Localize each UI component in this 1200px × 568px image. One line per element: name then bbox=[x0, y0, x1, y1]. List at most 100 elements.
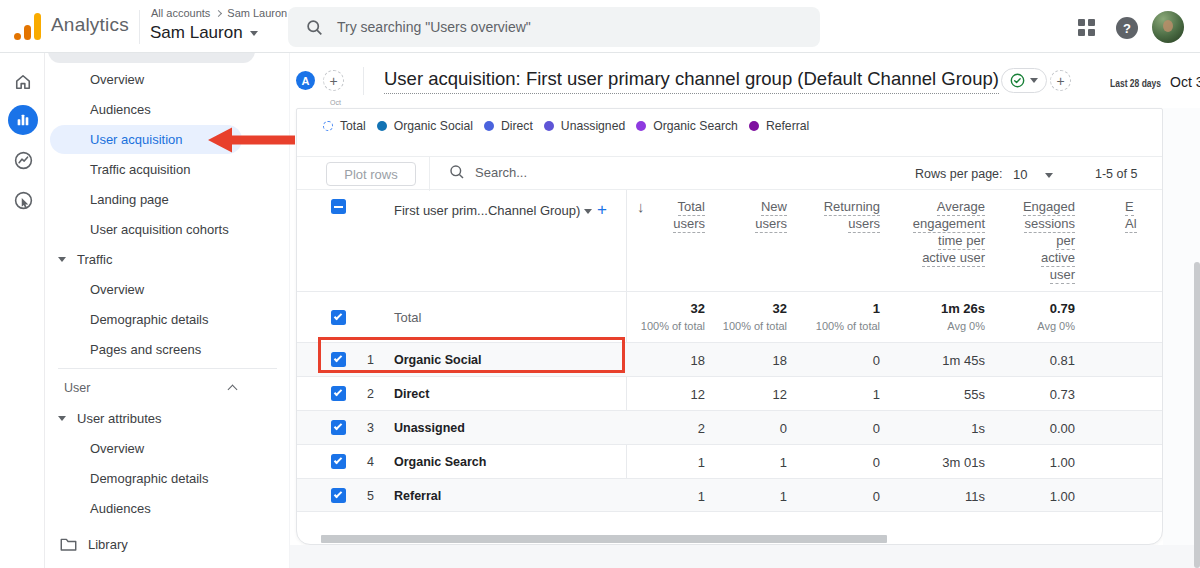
row-checkbox[interactable] bbox=[331, 488, 346, 503]
report-avatar-badge[interactable]: A bbox=[296, 71, 315, 90]
nav-section-user[interactable]: User bbox=[64, 374, 236, 402]
caret-down-icon bbox=[1030, 78, 1038, 83]
avg-engagement-total: 1m 26s bbox=[941, 301, 985, 316]
table-row[interactable]: 4 Organic Search 1 1 0 3m 01s 1.00 bbox=[297, 444, 1162, 478]
nav-item-overview[interactable]: Overview bbox=[90, 65, 144, 93]
channel-name: Direct bbox=[394, 387, 429, 401]
nav-item-pages-and-screens[interactable]: Pages and screens bbox=[90, 335, 201, 363]
brand-title: Analytics bbox=[51, 14, 129, 36]
explore-icon[interactable] bbox=[8, 145, 38, 175]
nav-item-library[interactable]: Library bbox=[60, 530, 128, 558]
add-dimension-icon[interactable]: + bbox=[597, 200, 607, 220]
date-range-value[interactable]: Oct 3 bbox=[1170, 74, 1200, 90]
select-all-checkbox[interactable] bbox=[331, 199, 346, 214]
nav-item-user-acquisition-cohorts[interactable]: User acquisition cohorts bbox=[90, 215, 229, 243]
nav-item-audiences[interactable]: Audiences bbox=[90, 95, 151, 123]
search-icon bbox=[449, 164, 465, 180]
user-avatar[interactable] bbox=[1152, 11, 1184, 43]
nav-item-audiences-user[interactable]: Audiences bbox=[90, 494, 151, 522]
nav-item-demographic-details[interactable]: Demographic details bbox=[90, 305, 209, 333]
search-bar[interactable]: Try searching "Users overview" bbox=[288, 7, 820, 47]
legend-referral[interactable]: Referral bbox=[749, 119, 809, 133]
nav-divider bbox=[58, 368, 277, 369]
report-title[interactable]: User acquisition: First user primary cha… bbox=[384, 68, 999, 90]
pagination-range: 1-5 of 5 bbox=[1095, 167, 1137, 181]
nav-item-demographic-details-user[interactable]: Demographic details bbox=[90, 464, 209, 492]
caret-down-icon bbox=[250, 31, 258, 36]
nav-item-landing-page[interactable]: Landing page bbox=[90, 185, 169, 213]
new-users-total: 32 bbox=[773, 301, 787, 316]
total-row-label: Total bbox=[394, 310, 421, 325]
nav-group-user-attributes[interactable]: User attributes bbox=[58, 404, 162, 432]
row-checkbox[interactable] bbox=[331, 386, 346, 401]
column-header-returning-users[interactable]: Returningusers bbox=[824, 198, 880, 232]
left-icon-rail bbox=[0, 53, 45, 568]
search-icon bbox=[306, 19, 323, 36]
table-row[interactable]: 5 Referral 1 1 0 11s 1.00 bbox=[297, 478, 1162, 512]
horizontal-scrollbar[interactable] bbox=[321, 535, 887, 543]
legend-dot-icon bbox=[544, 121, 554, 131]
nav-item-overview-user[interactable]: Overview bbox=[90, 434, 144, 462]
nav-scrolled-item[interactable] bbox=[48, 53, 255, 63]
sort-descending-icon[interactable]: ↓ bbox=[637, 198, 645, 215]
add-comparison-icon[interactable]: + bbox=[323, 70, 344, 91]
plot-rows-button[interactable]: Plot rows bbox=[326, 162, 416, 186]
nav-group-traffic[interactable]: Traffic bbox=[58, 245, 112, 273]
help-icon[interactable]: ? bbox=[1116, 17, 1138, 39]
legend-direct[interactable]: Direct bbox=[484, 119, 533, 133]
rows-per-page-value[interactable]: 10 bbox=[1013, 167, 1027, 182]
returning-users-total: 1 bbox=[873, 301, 880, 316]
row-checkbox[interactable] bbox=[331, 454, 346, 469]
table-row[interactable]: 3 Unassigned 2 0 0 1s 0.00 bbox=[297, 410, 1162, 444]
top-app-bar: Analytics All accounts Sam Lauron Sam La… bbox=[0, 0, 1200, 53]
advertising-icon[interactable] bbox=[8, 185, 38, 215]
google-analytics-logo-icon bbox=[14, 13, 41, 40]
legend-dot-icon bbox=[636, 121, 646, 131]
annotation-highlight-box bbox=[318, 337, 625, 373]
column-header-total-users[interactable]: Totalusers bbox=[673, 198, 705, 232]
total-users-total: 32 bbox=[691, 301, 705, 316]
table-search[interactable]: Search... bbox=[449, 164, 527, 180]
legend-total[interactable]: Total bbox=[323, 119, 366, 133]
dimension-header[interactable]: First user prim...Channel Group) bbox=[394, 203, 580, 218]
nav-item-overview-traffic[interactable]: Overview bbox=[90, 275, 144, 303]
date-range-label[interactable]: Last 28 days bbox=[1110, 78, 1161, 89]
rows-per-page-label: Rows per page: bbox=[915, 167, 1003, 181]
breadcrumb[interactable]: All accounts Sam Lauron bbox=[151, 7, 287, 19]
legend-dot-icon bbox=[377, 121, 387, 131]
legend-dot-icon bbox=[484, 121, 494, 131]
column-header-new-users[interactable]: Newusers bbox=[755, 198, 787, 232]
account-selector[interactable]: Sam Lauron bbox=[150, 23, 258, 43]
caret-down-icon[interactable] bbox=[1045, 173, 1053, 178]
caret-down-icon bbox=[58, 257, 66, 262]
column-header-engaged-sessions[interactable]: Engagedsessionsperactiveuser bbox=[1023, 198, 1075, 283]
report-status-pill[interactable] bbox=[1001, 68, 1047, 93]
add-report-icon[interactable]: + bbox=[1050, 70, 1071, 91]
reports-icon[interactable] bbox=[8, 105, 38, 135]
nav-item-traffic-acquisition[interactable]: Traffic acquisition bbox=[90, 155, 190, 183]
vertical-scrollbar[interactable] bbox=[1194, 262, 1200, 568]
chart-legend: Total Organic Social Direct Unassigned O… bbox=[323, 119, 809, 133]
legend-dot-total-icon bbox=[323, 121, 333, 131]
column-header-avg-engagement-time[interactable]: Averageengagementtime peractive user bbox=[913, 198, 985, 266]
legend-unassigned[interactable]: Unassigned bbox=[544, 119, 625, 133]
annotation-arrow bbox=[205, 124, 297, 156]
page-background bbox=[290, 545, 1200, 568]
legend-dot-icon bbox=[749, 121, 759, 131]
legend-organic-social[interactable]: Organic Social bbox=[377, 119, 473, 133]
chevron-right-icon bbox=[215, 9, 222, 16]
channel-name: Referral bbox=[394, 489, 441, 503]
row-checkbox[interactable] bbox=[331, 310, 346, 325]
table-row[interactable]: 2 Direct 12 12 1 55s 0.73 bbox=[297, 376, 1162, 410]
report-card: Total Organic Social Direct Unassigned O… bbox=[296, 108, 1163, 545]
library-folder-icon bbox=[60, 537, 77, 552]
legend-organic-search[interactable]: Organic Search bbox=[636, 119, 738, 133]
apps-grid-icon[interactable] bbox=[1078, 19, 1095, 36]
search-placeholder: Try searching "Users overview" bbox=[337, 19, 531, 35]
table-total-row: Total 32 100% of total 32 100% of total … bbox=[297, 291, 1162, 342]
caret-down-icon bbox=[584, 209, 592, 214]
nav-item-user-acquisition[interactable]: User acquisition bbox=[90, 125, 183, 153]
home-icon[interactable] bbox=[8, 67, 38, 97]
row-checkbox[interactable] bbox=[331, 420, 346, 435]
chart-axis-fragment: Oct bbox=[330, 99, 341, 106]
